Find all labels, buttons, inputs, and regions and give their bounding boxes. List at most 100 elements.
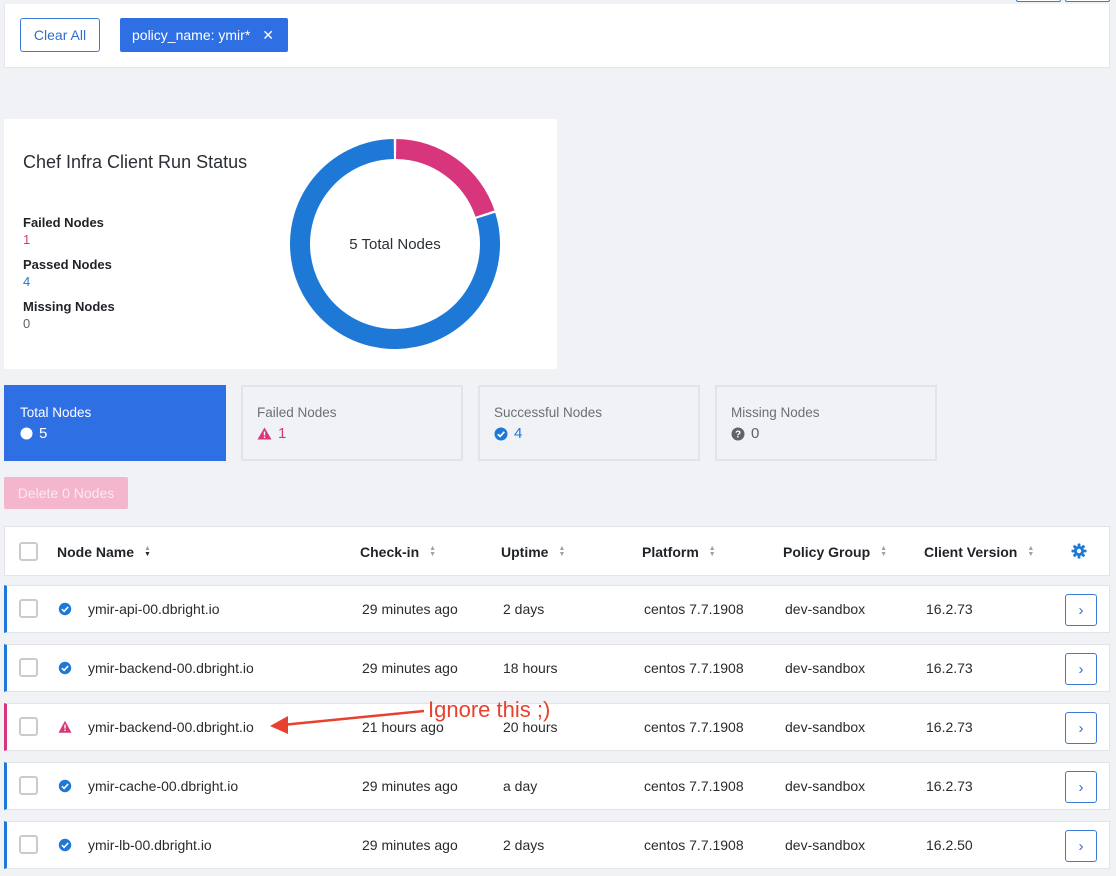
tile-label: Successful Nodes [494,405,603,420]
cell-policy-group: dev-sandbox [785,660,866,676]
failed-nodes-stat: Failed Nodes 1 [23,215,104,247]
close-icon[interactable]: ✕ [262,27,274,44]
row-details-button[interactable]: › [1065,712,1097,744]
sort-icon: ▲ ▼ [1027,545,1035,558]
table-row[interactable]: ymir-cache-00.dbright.io 29 minutes ago a … [4,762,1110,810]
header-label: Node Name [57,544,135,560]
cell-platform: centos 7.7.1908 [644,660,744,676]
gear-icon[interactable] [1071,543,1087,559]
tile-value: 5 [39,425,48,442]
header-label: Check-in [360,544,420,560]
header-label: Uptime [501,544,549,560]
sort-icon: ▲ ▼ [144,545,151,558]
stat-label: Missing Nodes [23,299,115,314]
stat-value: 4 [23,274,31,289]
stat-label: Failed Nodes [23,215,104,230]
cell-platform: centos 7.7.1908 [644,837,744,853]
column-header-client-version[interactable]: Client Version ▲ ▼ [924,544,1034,560]
sort-icon: ▲ ▼ [558,545,566,558]
warning-icon [58,720,72,733]
cell-checkin: 29 minutes ago [362,660,458,676]
tile-value: 0 [751,425,760,442]
header-label: Platform [642,544,699,560]
svg-text:?: ? [735,429,741,440]
row-details-button[interactable]: › [1065,653,1097,685]
row-checkbox[interactable] [19,658,38,677]
card-title: Chef Infra Client Run Status [23,152,248,172]
table-header: Node Name ▲ ▼ Check-in ▲ ▼ Uptime ▲ ▼ Platf… [4,526,1110,576]
missing-nodes-stat: Missing Nodes 0 [23,299,115,331]
stat-label: Passed Nodes [23,257,112,272]
sort-icon: ▲ ▼ [429,545,437,558]
filter-chip-label: policy_name: ymir* [132,27,251,43]
cell-name: ymir-backend-00.dbright.io [88,719,254,735]
annotation-text: Ignore this ;) [428,697,551,722]
tile-value: 1 [278,425,287,442]
cell-name: ymir-api-00.dbright.io [88,601,220,617]
check-circle-icon [58,661,72,675]
sort-icon: ▲ ▼ [708,545,716,558]
tile-failed-nodes[interactable]: Failed Nodes 1 [241,385,463,461]
cell-platform: centos 7.7.1908 [644,601,744,617]
column-header-platform[interactable]: Platform ▲ ▼ [642,544,716,560]
select-all-checkbox[interactable] [19,542,38,561]
column-header-uptime[interactable]: Uptime ▲ ▼ [501,544,565,560]
cell-policy-group: dev-sandbox [785,719,866,735]
check-circle-icon [58,602,72,616]
tile-value: 4 [514,425,523,442]
tile-total-nodes[interactable]: Total Nodes 5 [4,385,226,461]
donut-center-label: 5 Total Nodes [349,235,441,253]
row-checkbox[interactable] [19,776,38,795]
cell-uptime: 2 days [503,601,545,617]
row-checkbox[interactable] [19,835,38,854]
cell-name: ymir-cache-00.dbright.io [88,778,239,794]
table-row[interactable]: ymir-lb-00.dbright.io 29 minutes ago 2 day… [4,821,1110,869]
tile-label: Failed Nodes [257,405,337,420]
row-details-button[interactable]: › [1065,594,1097,626]
cell-client-version: 16.2.73 [926,719,973,735]
row-details-button[interactable]: › [1065,771,1097,803]
cell-name: ymir-lb-00.dbright.io [88,837,212,853]
table-row[interactable]: ymir-backend-00.dbright.io 29 minutes ago… [4,644,1110,692]
clear-all-button[interactable]: Clear All [20,18,100,52]
row-details-button[interactable]: › [1065,830,1097,862]
question-circle-icon: ? [731,427,745,440]
toolbar-button[interactable] [1016,0,1061,2]
check-circle-icon [58,838,72,852]
warning-icon [257,427,272,440]
cell-uptime: 2 days [503,837,545,853]
header-label: Client Version [924,544,1018,560]
circle-icon [20,427,33,440]
column-header-check-in[interactable]: Check-in ▲ ▼ [360,544,436,560]
tile-missing-nodes[interactable]: Missing Nodes ? 0 [715,385,937,461]
cell-checkin: 29 minutes ago [362,601,458,617]
cell-policy-group: dev-sandbox [785,837,866,853]
cell-uptime: 18 hours [503,660,558,676]
cell-checkin: 29 minutes ago [362,778,458,794]
cell-platform: centos 7.7.1908 [644,778,744,794]
cell-client-version: 16.2.73 [926,778,973,794]
cell-policy-group: dev-sandbox [785,778,866,794]
delete-nodes-button[interactable]: Delete 0 Nodes [4,477,128,509]
filter-chip[interactable]: policy_name: ymir* ✕ [120,18,288,52]
column-header-node-name[interactable]: Node Name ▲ ▼ [57,544,151,560]
cell-platform: centos 7.7.1908 [644,719,744,735]
run-status-card: Chef Infra Client Run Status Failed Node… [4,119,557,369]
row-checkbox[interactable] [19,717,38,736]
cell-policy-group: dev-sandbox [785,601,866,617]
annotation-arrow [270,709,425,734]
stat-value: 0 [23,316,31,331]
cell-name: ymir-backend-00.dbright.io [88,660,254,676]
check-circle-icon [58,779,72,793]
stat-value: 1 [23,232,31,247]
check-circle-icon [494,427,508,440]
table-row[interactable]: ymir-backend-00.dbright.io 21 hours ago 20… [4,703,1110,751]
tile-label: Missing Nodes [731,405,820,420]
cell-client-version: 16.2.73 [926,601,973,617]
table-row[interactable]: ymir-api-00.dbright.io 29 minutes ago 2 da… [4,585,1110,633]
row-checkbox[interactable] [19,599,38,618]
passed-nodes-stat: Passed Nodes 4 [23,257,112,289]
column-header-policy-group[interactable]: Policy Group ▲ ▼ [783,544,887,560]
toolbar-button[interactable] [1065,0,1110,2]
tile-successful-nodes[interactable]: Successful Nodes 4 [478,385,700,461]
